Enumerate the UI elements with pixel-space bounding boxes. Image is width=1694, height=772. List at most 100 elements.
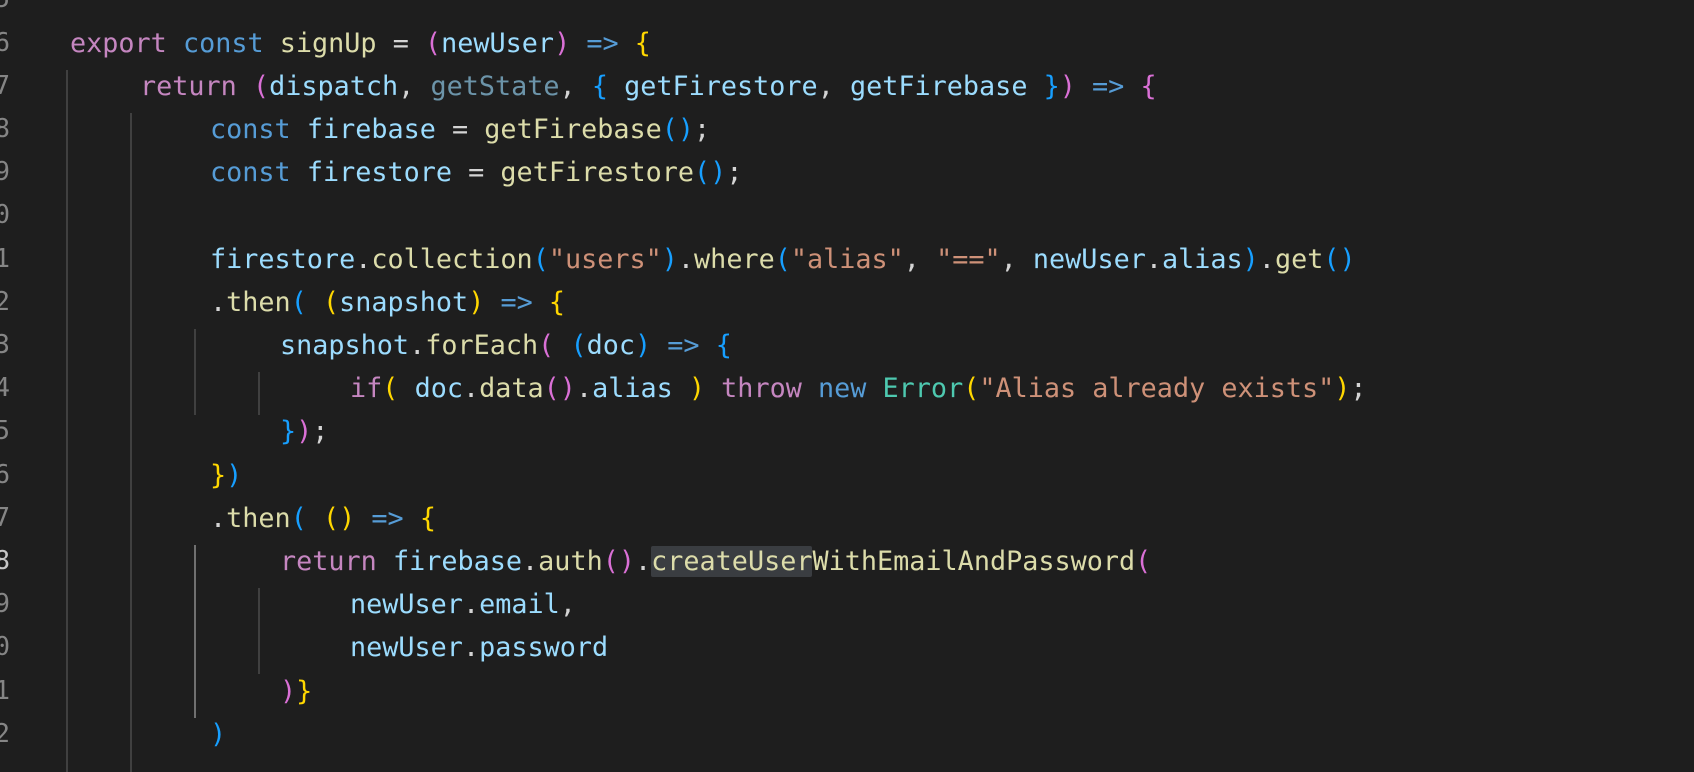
code-token: forEach [425, 330, 539, 361]
code-token: . [210, 502, 227, 534]
code-token: ( [1135, 546, 1152, 577]
code-token: ; [726, 157, 743, 189]
code-token: { [1140, 70, 1157, 102]
code-token: ) [468, 286, 485, 318]
code-token: . [575, 373, 593, 405]
code-token: getFirestore [500, 157, 695, 189]
line-number: 6 [0, 459, 10, 490]
line-number: 6 [0, 27, 10, 58]
code-token: snapshot [339, 286, 469, 318]
code-token: } [210, 459, 227, 491]
code-line[interactable]: firestore.collection("users").where("ali… [210, 238, 1356, 281]
line-number: 8 [0, 114, 10, 144]
code-token: { [419, 502, 436, 534]
code-editor[interactable]: 5 6 7 8 9 0 1 2 3 4 5 6 7 8 9 0 1 2 export const signUp =… [0, 0, 1694, 772]
code-token: } [1043, 70, 1060, 102]
code-token: newUser [350, 632, 463, 664]
code-token: ( [322, 286, 340, 318]
code-token: ( [532, 243, 549, 275]
code-token: "==" [936, 243, 1001, 275]
code-line[interactable]: const firestore = getFirestore(); [210, 151, 742, 194]
code-token: => [1092, 70, 1125, 102]
code-token: ; [694, 114, 711, 145]
line-number: 0 [0, 200, 10, 231]
code-token: Error [882, 373, 964, 405]
code-line[interactable]: return (dispatch, getState, { getFiresto… [140, 65, 1157, 108]
code-token: WithEmailAndPassword [812, 546, 1136, 577]
code-token: ) [296, 416, 313, 448]
code-line[interactable]: .then( (snapshot) => { [210, 281, 565, 324]
code-token: ( [570, 330, 587, 361]
code-line[interactable]: }); [280, 410, 328, 453]
code-line[interactable]: newUser.email, [350, 583, 576, 626]
code-line[interactable]: snapshot.forEach( (doc) => { [280, 324, 732, 367]
code-token: dispatch [269, 70, 399, 102]
code-line[interactable]: return firebase.auth().createUserWithEma… [280, 540, 1151, 583]
code-token: doc [586, 330, 635, 361]
code-token: . [462, 589, 480, 621]
code-token: firebase [306, 114, 436, 145]
code-token: , [559, 70, 592, 102]
code-token: ) [661, 243, 678, 275]
code-line[interactable]: .then( () => { [210, 497, 436, 540]
code-line[interactable]: if( doc.data().alias ) throw new Error("… [350, 367, 1367, 410]
code-token: export [70, 27, 167, 59]
indent-guide [194, 329, 196, 415]
code-token: ) [226, 459, 243, 491]
code-token: ( [774, 243, 791, 275]
line-number: 3 [0, 330, 10, 360]
code-token: ) [210, 718, 227, 750]
code-token: ; [1350, 373, 1367, 405]
code-token: ) [634, 330, 652, 361]
code-token: => [371, 502, 404, 534]
code-token: signUp [279, 27, 377, 59]
line-number: 5 [0, 0, 10, 22]
code-token: . [522, 546, 539, 577]
code-token: const [210, 114, 291, 145]
line-number: 9 [0, 589, 10, 620]
code-line[interactable]: export const signUp = (newUser) => { [70, 22, 651, 65]
code-token: } [296, 675, 313, 707]
code-token: alias [592, 373, 673, 405]
code-token: , [1000, 243, 1033, 275]
code-token: . [1145, 243, 1162, 275]
code-token: . [677, 243, 695, 275]
code-line[interactable]: ) [210, 713, 226, 756]
code-token: { [715, 330, 732, 361]
code-token: { [591, 70, 608, 102]
code-token: , [398, 70, 431, 102]
code-line[interactable]: }) [210, 454, 242, 497]
code-token: new [817, 373, 867, 405]
code-line[interactable]: )} [280, 670, 312, 713]
code-token: = [452, 157, 501, 189]
code-token: ( [538, 330, 555, 361]
code-token: = [376, 27, 425, 59]
code-token: ) [688, 373, 706, 405]
line-number-gutter: 5 6 7 8 9 0 1 2 3 4 5 6 7 8 9 0 1 2 [0, 0, 14, 772]
code-token: = [435, 114, 485, 145]
code-token: ( [252, 70, 270, 102]
line-number: 9 [0, 157, 10, 188]
code-token: if [350, 373, 383, 405]
code-token: "Alias already exists" [979, 373, 1335, 405]
code-token: email [479, 589, 560, 621]
code-token: doc [414, 373, 463, 405]
code-token: => [667, 330, 700, 361]
code-area[interactable]: export const signUp = (newUser) => {retu… [66, 0, 1690, 772]
code-token: getFirestore [624, 70, 818, 102]
line-number: 7 [0, 70, 10, 101]
code-line[interactable]: const firebase = getFirebase(); [210, 108, 710, 151]
code-line[interactable]: newUser.password [350, 626, 608, 669]
code-token: get [1274, 243, 1324, 275]
code-token: firebase [392, 546, 523, 577]
